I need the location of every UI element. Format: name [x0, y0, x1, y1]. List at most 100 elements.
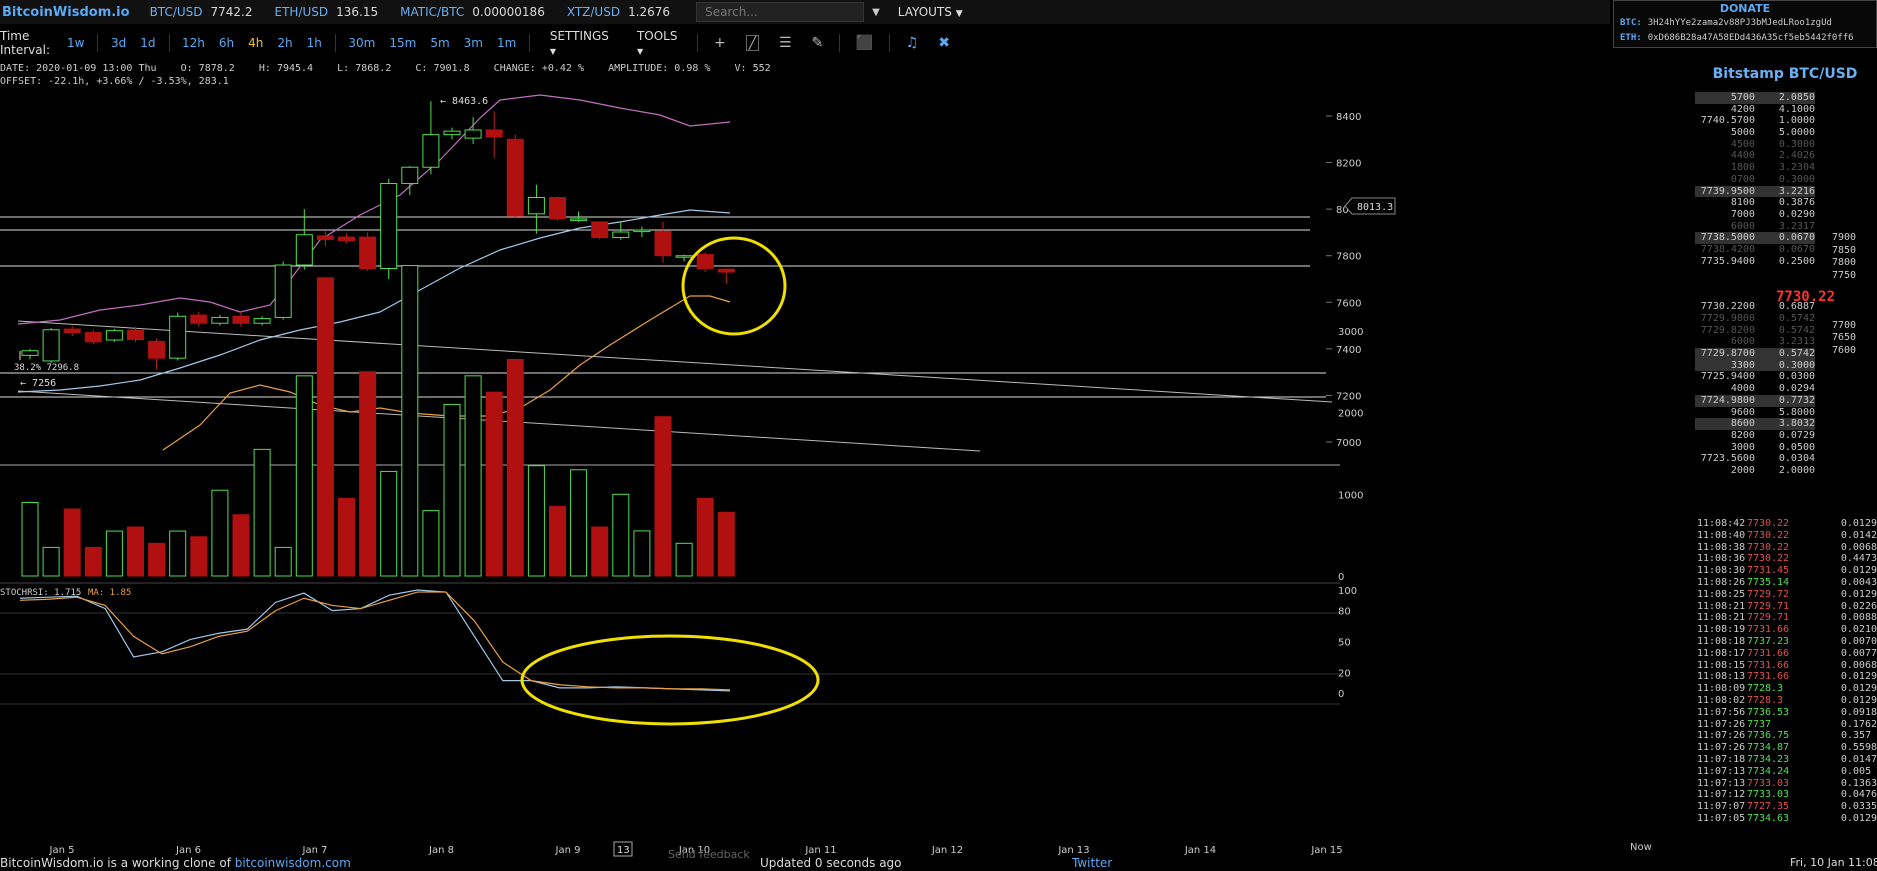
candle-body[interactable]: [464, 129, 482, 139]
orderbook-row[interactable]: 7738.4200 0.0670: [1695, 244, 1815, 256]
donate-eth-address[interactable]: 0xD686B28a47A58EDd436A35cf5eb5442f0ff6: [1648, 33, 1854, 43]
candle-body[interactable]: [148, 340, 166, 359]
candle-body[interactable]: [105, 330, 123, 341]
orderbook-row[interactable]: 7724.9800 0.7732: [1695, 394, 1815, 407]
candle-body[interactable]: [42, 329, 60, 362]
orderbook-row[interactable]: 7735.9400 0.2500: [1695, 256, 1815, 268]
low-label: ← 7256: [20, 378, 56, 389]
axes: 7000720074007600780080008200840001000200…: [0, 112, 1363, 856]
price-chart[interactable]: 7000720074007600780080008200840001000200…: [0, 0, 1620, 871]
orderbook-row[interactable]: 7738.5000 0.0670: [1695, 232, 1815, 244]
candle-body[interactable]: [591, 221, 609, 239]
candle-body[interactable]: [253, 318, 271, 324]
orderbook-row[interactable]: 2000 2.0000: [1695, 465, 1815, 477]
orderbook-row[interactable]: 7729.8700 0.5742: [1695, 348, 1815, 360]
volume-bar: [190, 536, 208, 577]
trade-amount: 0.0335: [1840, 801, 1877, 813]
orderbook-row[interactable]: 5000 5.0000: [1695, 127, 1815, 139]
candle-body[interactable]: [549, 197, 566, 220]
candle-body[interactable]: [675, 255, 693, 258]
orderbook-row[interactable]: 1800 3.2304: [1695, 162, 1815, 174]
candle-body[interactable]: [232, 315, 250, 324]
trade-price: 7734.24: [1747, 765, 1790, 777]
candle-body[interactable]: [612, 231, 630, 239]
orderbook-row[interactable]: 3300 0.3000: [1695, 359, 1815, 372]
orderbook-row[interactable]: 7729.8200 0.5742: [1695, 325, 1815, 337]
candle-body[interactable]: [21, 350, 39, 356]
candle-body[interactable]: [570, 218, 588, 221]
candles[interactable]: [21, 101, 735, 370]
candle-body[interactable]: [654, 230, 672, 257]
orderbook-row[interactable]: 7729.9800 0.5742: [1695, 313, 1815, 325]
candle-body[interactable]: [190, 314, 208, 324]
trade-row: 11:07:07 7727.35 0.0335: [1697, 801, 1877, 813]
candle-body[interactable]: [84, 332, 102, 343]
orderbook-row[interactable]: 7000 0.0290: [1695, 209, 1815, 221]
candle-body[interactable]: [401, 166, 419, 185]
highlight-ellipse: [520, 634, 820, 726]
candle-body[interactable]: [717, 268, 735, 273]
orderbook-row[interactable]: 6000 3.2317: [1695, 221, 1815, 233]
orderbook-amount: 0.0300: [1778, 371, 1815, 383]
candle-body[interactable]: [316, 235, 334, 240]
candle-body[interactable]: [527, 197, 545, 215]
trade-time: 11:07:13: [1697, 777, 1746, 789]
candle-body[interactable]: [169, 315, 187, 359]
trade-time: 11:07:13: [1697, 765, 1746, 777]
footer-credit-text: BitcoinWisdom.io is a working clone of: [0, 856, 235, 870]
trade-time: 11:08:25: [1697, 588, 1746, 600]
candle-body[interactable]: [633, 229, 651, 233]
candle-body[interactable]: [380, 183, 398, 270]
candle-body[interactable]: [422, 134, 440, 168]
orderbook-row[interactable]: 7739.9500 3.2216: [1695, 185, 1815, 198]
trade-price: 7728.3: [1746, 683, 1784, 695]
orderbook-row[interactable]: 7725.9400 0.0300: [1695, 371, 1815, 383]
trade-time: 11:08:30: [1697, 565, 1746, 577]
trade-time: 11:08:13: [1697, 671, 1746, 683]
depth-scale-label: 7750: [1832, 269, 1857, 281]
orderbook-row[interactable]: 7723.5600 0.0304: [1695, 453, 1815, 465]
candle-body[interactable]: [274, 264, 292, 318]
orderbook-row[interactable]: 8200 0.0729: [1695, 430, 1815, 442]
orderbook-row[interactable]: 4200 4.1000: [1695, 104, 1815, 116]
candle-body[interactable]: [211, 316, 229, 324]
x-tick-label: Jan 7: [302, 845, 328, 856]
volume-tick-label: 1000: [1338, 490, 1363, 501]
orderbook-row[interactable]: 4400 2.4026: [1695, 150, 1815, 162]
trade-row: 11:07:05 7734.63 0.0129: [1697, 813, 1877, 825]
donate-title[interactable]: DONATE: [1614, 2, 1876, 15]
twitter-link[interactable]: Twitter: [1072, 856, 1112, 870]
orderbook-row[interactable]: 8100 0.3876: [1695, 197, 1815, 209]
orderbook-row[interactable]: 9600 5.8000: [1695, 407, 1815, 419]
orderbook-row[interactable]: 0700 0.3000: [1695, 174, 1815, 186]
feedback-link[interactable]: Send feedback: [668, 848, 750, 861]
cursor-price-label: 8013.3: [1357, 202, 1393, 213]
trade-amount: 0.4473: [1840, 553, 1877, 565]
trade-time: 11:07:26: [1697, 742, 1746, 754]
stochrsi-ma-label: MA: 1.85: [88, 588, 131, 598]
candle-body[interactable]: [443, 130, 461, 136]
orderbook-row[interactable]: 4000 0.0294: [1695, 383, 1815, 395]
footer-credit-link[interactable]: bitcoinwisdom.com: [235, 856, 351, 870]
candle-body[interactable]: [295, 234, 313, 266]
orderbook-price: 7729.9800: [1700, 313, 1755, 324]
orderbook-row[interactable]: 4500 0.3000: [1695, 139, 1815, 151]
candle-body[interactable]: [359, 236, 377, 270]
trend-line[interactable]: [17, 320, 1333, 403]
candle-body[interactable]: [506, 138, 524, 217]
orderbook-row[interactable]: 6000 3.2313: [1695, 336, 1815, 348]
orderbook-row[interactable]: 3000 0.0500: [1695, 442, 1815, 454]
orderbook-row[interactable]: 8600 3.8032: [1695, 418, 1815, 430]
candle-body[interactable]: [63, 328, 81, 334]
candle-body[interactable]: [338, 236, 355, 242]
candle-body[interactable]: [127, 329, 144, 341]
trade-time: 11:08:19: [1697, 624, 1746, 636]
volume-tick-label: 3000: [1338, 327, 1363, 338]
candle-body[interactable]: [485, 129, 503, 138]
orderbook-row[interactable]: 7740.5700 1.0000: [1695, 115, 1815, 127]
candle-body[interactable]: [696, 254, 714, 270]
orderbook-row[interactable]: 5700 2.0850: [1695, 92, 1815, 104]
orderbook-amount: 0.0670: [1778, 243, 1815, 255]
x-tick-label: Jan 8: [428, 845, 454, 856]
donate-btc-address[interactable]: 3H24hYYe2zama2v88PJ3bMJedLRoo1zgUd: [1648, 18, 1832, 28]
